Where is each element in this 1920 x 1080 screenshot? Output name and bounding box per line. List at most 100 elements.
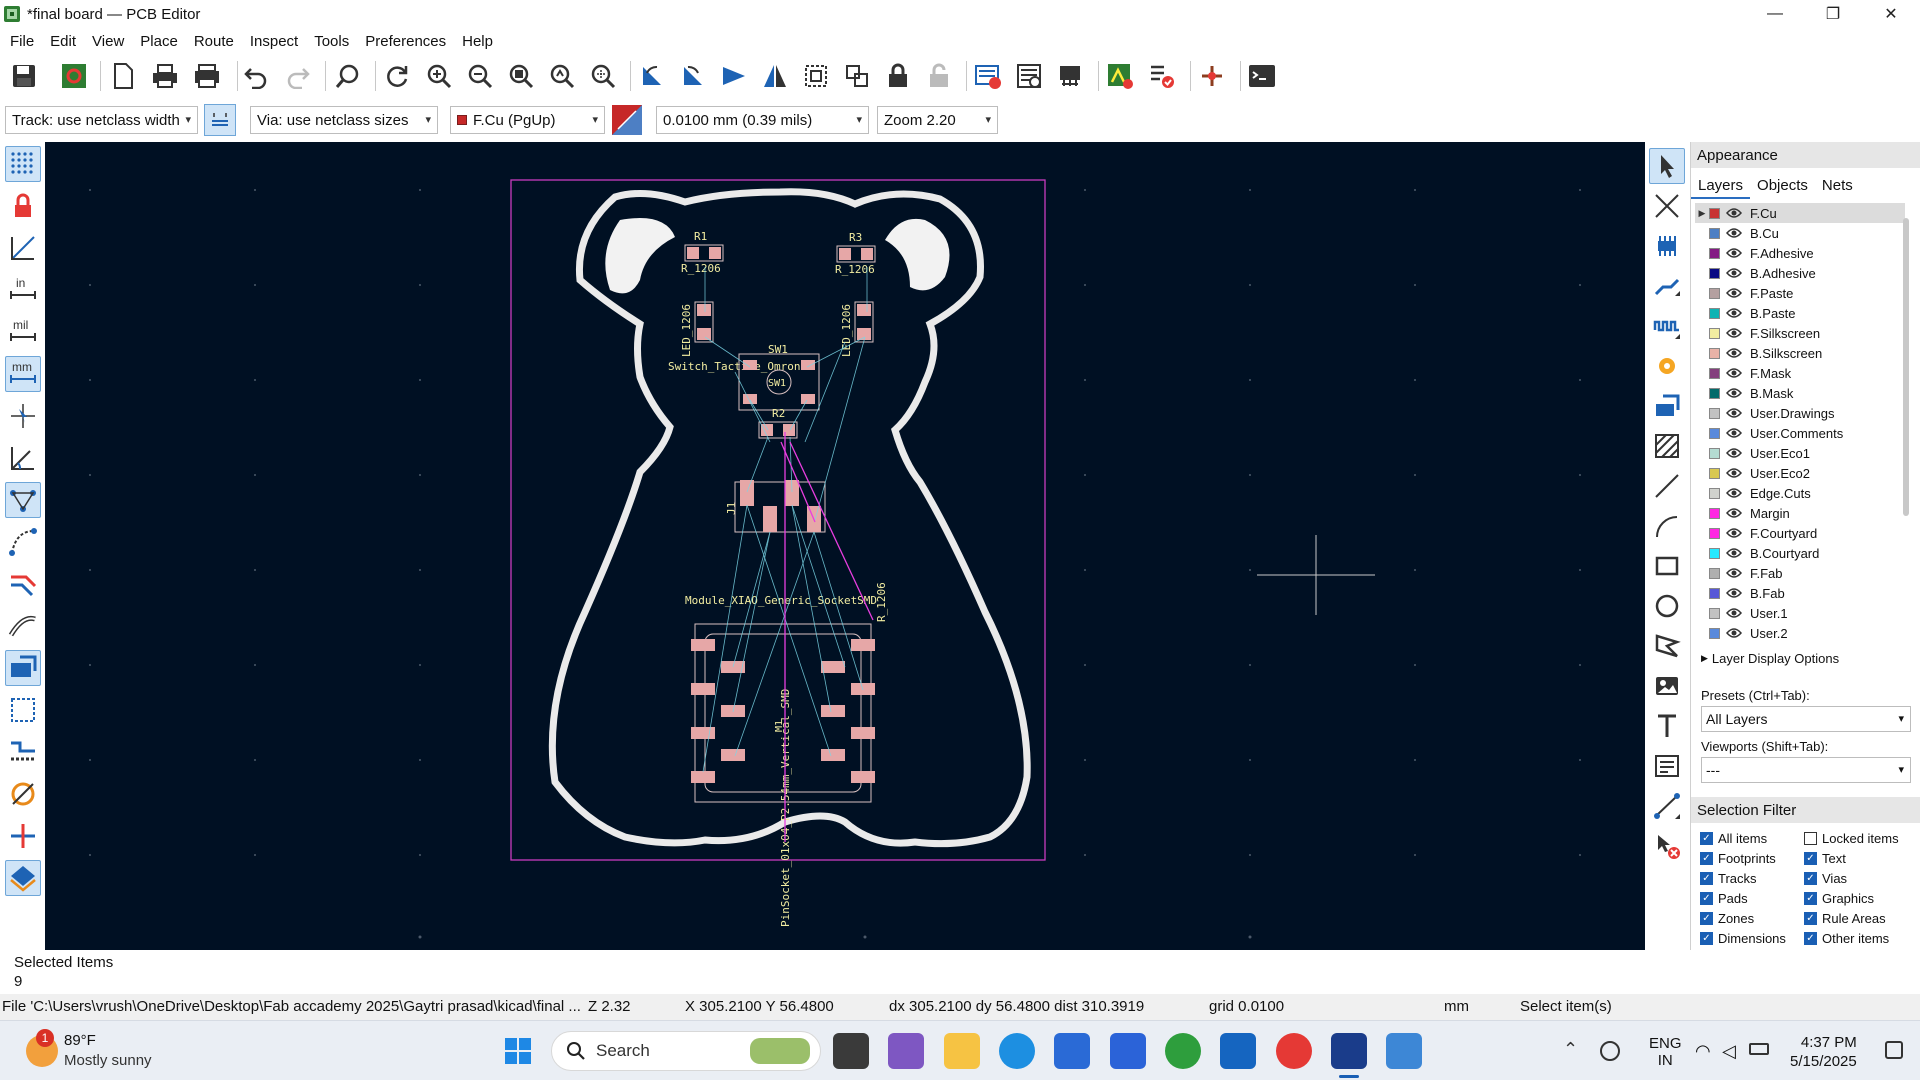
polar-coords-icon[interactable] [5,230,41,266]
kicad-taskbar-icon[interactable] [1331,1033,1367,1069]
dimension-icon[interactable] [1649,788,1685,824]
filter-checkbox[interactable]: ✓ [1700,932,1713,945]
layer-color-swatch[interactable] [1709,487,1720,499]
eye-icon[interactable] [1726,407,1742,419]
layer-color-swatch[interactable] [1709,607,1720,619]
layer-color-swatch[interactable] [1709,327,1720,339]
layer-color-swatch[interactable] [1709,247,1720,259]
layer-row[interactable]: User.Comments [1695,423,1905,443]
network-globe-icon[interactable] [1600,1041,1620,1061]
menu-help[interactable]: Help [454,33,501,50]
layer-color-swatch[interactable] [1709,367,1720,379]
pcb-canvas[interactable]: R1 R_1206 R3 R_1206 LED_1206 LED_1206 SW… [45,142,1645,950]
menu-view[interactable]: View [84,33,132,50]
show-zones-icon[interactable] [5,650,41,686]
layer-list-scrollbar[interactable] [1903,218,1909,516]
plot-icon[interactable] [191,60,223,92]
chrome-icon[interactable] [1276,1033,1312,1069]
tab-objects[interactable]: Objects [1750,175,1815,199]
track-outline-icon[interactable] [5,608,41,644]
volume-icon[interactable]: ◁ [1722,1041,1736,1062]
show-tracks-icon[interactable] [5,566,41,602]
filter-checkbox[interactable]: ✓ [1700,872,1713,885]
layer-display-options[interactable]: ▶ Layer Display Options [1701,651,1839,666]
grid-override-icon[interactable] [5,188,41,224]
sw1-pad4[interactable] [801,394,815,404]
zoom-in-icon[interactable] [423,60,455,92]
eye-icon[interactable] [1726,607,1742,619]
maximize-button[interactable]: ❐ [1804,0,1862,28]
layer-color-swatch[interactable] [1709,427,1720,439]
eye-icon[interactable] [1726,387,1742,399]
eye-icon[interactable] [1726,447,1742,459]
language-indicator[interactable]: ENG IN [1649,1035,1682,1069]
add-zone-icon[interactable] [1649,388,1685,424]
filter-checkbox[interactable]: ✓ [1700,852,1713,865]
drc-icon[interactable] [1104,60,1136,92]
layer-manager-icon[interactable] [5,860,41,896]
filter-item[interactable]: ✓ Footprints [1700,851,1776,866]
led-left-pad1[interactable] [697,304,711,316]
taskbar-search[interactable]: Search [551,1031,821,1071]
layer-row[interactable]: F.Adhesive [1695,243,1905,263]
grid-select[interactable]: 0.0100 mm (0.39 mils) ▾ [656,106,869,134]
r3-pad2[interactable] [861,248,873,260]
via-size-select[interactable]: Via: use netclass sizes ▾ [250,106,438,134]
j1-pad1[interactable] [740,480,754,506]
print-icon[interactable] [149,60,181,92]
layer-row[interactable]: F.Paste [1695,283,1905,303]
presets-select[interactable]: All Layers ▾ [1701,706,1911,732]
eye-icon[interactable] [1726,547,1742,559]
refresh-icon[interactable] [381,60,413,92]
rule-area-icon[interactable] [1649,428,1685,464]
layer-row[interactable]: ▶ F.Cu [1695,203,1905,223]
layer-row[interactable]: User.Drawings [1695,403,1905,423]
sw1-pad2[interactable] [801,360,815,370]
rotate-cw-icon[interactable] [677,60,709,92]
eye-icon[interactable] [1726,367,1742,379]
menu-inspect[interactable]: Inspect [242,33,306,50]
windows-start-icon[interactable] [500,1033,536,1069]
layer-color-swatch[interactable] [1709,287,1720,299]
filter-checkbox[interactable] [1804,832,1817,845]
filter-item[interactable]: ✓ Rule Areas [1804,911,1886,926]
update-from-schematic-icon[interactable] [972,60,1004,92]
eye-icon[interactable] [1726,347,1742,359]
pad-outline-icon[interactable] [5,776,41,812]
r2-pad1[interactable] [761,424,773,436]
eye-icon[interactable] [1726,287,1742,299]
units-mm-icon[interactable]: mm [5,356,41,392]
lock-icon[interactable] [882,60,914,92]
layer-row[interactable]: F.Mask [1695,363,1905,383]
r3-pad1[interactable] [839,248,851,260]
led-left-pad2[interactable] [697,328,711,340]
local-ratsnest-icon[interactable] [1649,188,1685,224]
clock[interactable]: 4:37 PM 5/15/2025 [1790,1033,1857,1071]
eye-icon[interactable] [1726,327,1742,339]
draw-arc-icon[interactable] [1649,508,1685,544]
battery-icon[interactable] [1749,1043,1769,1055]
cursor-crosshair-icon[interactable] [5,398,41,434]
layer-color-swatch[interactable] [1709,207,1720,219]
draw-rectangle-icon[interactable] [1649,548,1685,584]
eye-icon[interactable] [1726,267,1742,279]
layer-color-swatch[interactable] [1709,447,1720,459]
filter-checkbox[interactable]: ✓ [1804,932,1817,945]
layer-color-swatch[interactable] [1709,587,1720,599]
zoom-out-icon[interactable] [464,60,496,92]
layer-row[interactable]: F.Silkscreen [1695,323,1905,343]
xiao-pads-left[interactable] [691,639,745,783]
layer-row[interactable]: B.Fab [1695,583,1905,603]
layer-color-swatch[interactable] [1709,527,1720,539]
router-icon[interactable] [1196,60,1228,92]
filter-item[interactable]: ✓ Vias [1804,871,1847,886]
layer-row[interactable]: B.Silkscreen [1695,343,1905,363]
eye-icon[interactable] [1726,207,1742,219]
layer-row[interactable]: B.Paste [1695,303,1905,323]
menu-preferences[interactable]: Preferences [357,33,454,50]
layer-row[interactable]: User.Eco1 [1695,443,1905,463]
eye-icon[interactable] [1726,427,1742,439]
copilot-icon[interactable] [888,1033,924,1069]
layer-row[interactable]: F.Fab [1695,563,1905,583]
add-text-icon[interactable] [1649,708,1685,744]
